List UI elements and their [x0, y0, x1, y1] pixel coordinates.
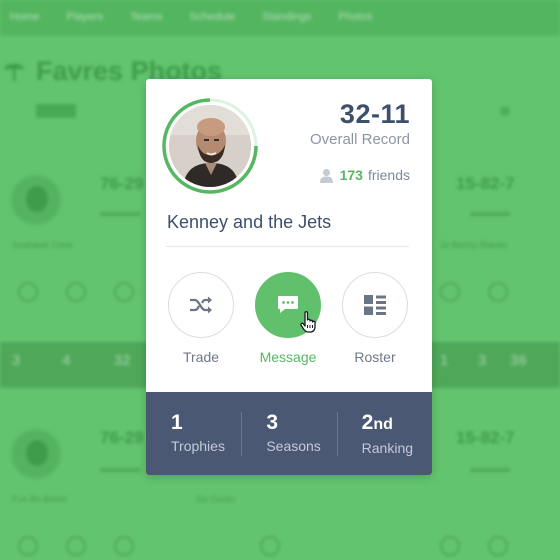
- roster-button-circle[interactable]: [342, 272, 408, 338]
- overall-record-label: Overall Record: [309, 131, 410, 148]
- background-strip-value: 3: [12, 352, 21, 369]
- stat-value: 3: [266, 410, 336, 434]
- stat-number: 1: [171, 410, 183, 434]
- trade-label: Trade: [182, 349, 220, 365]
- friends-count-value: 173: [339, 167, 363, 183]
- nav-item[interactable]: Standings: [262, 11, 311, 23]
- nav-item[interactable]: Home: [10, 11, 39, 23]
- background-team-name: Fun Bo Bowls: [12, 494, 68, 504]
- background-action-icon: [488, 282, 508, 302]
- background-nav-items: Home Players Teams Schedule Standings Ph…: [10, 11, 397, 23]
- background-bar: [100, 468, 140, 472]
- trade-button-circle[interactable]: [168, 272, 234, 338]
- filter-pill[interactable]: [36, 104, 76, 118]
- background-action-icon: [440, 536, 460, 556]
- background-bar: [470, 212, 510, 216]
- background-action-icon: [440, 282, 460, 302]
- nav-item[interactable]: Players: [66, 11, 103, 23]
- background-strip-value: 36: [510, 352, 527, 369]
- stat-value: 2nd: [361, 410, 432, 436]
- background-top-nav: Home Players Teams Schedule Standings Ph…: [0, 0, 560, 36]
- background-strip-value: 32: [114, 352, 131, 369]
- message-button-circle[interactable]: [255, 272, 321, 338]
- stat-ranking: 2nd Ranking: [336, 410, 432, 456]
- background-bar: [100, 212, 140, 216]
- stat-label: Seasons: [266, 437, 321, 454]
- nav-item[interactable]: Teams: [130, 11, 162, 23]
- background-record: 76-29: [100, 428, 144, 447]
- background-action-icon: [18, 282, 38, 302]
- avatar[interactable]: [162, 98, 258, 194]
- background-strip-value: 4: [62, 352, 71, 369]
- person-portrait-icon: [169, 105, 251, 187]
- divider: [166, 246, 409, 247]
- roster-label: Roster: [354, 349, 396, 365]
- overall-record-value: 32-11: [339, 99, 410, 129]
- background-strip-value: 1: [440, 352, 449, 369]
- team-name: Kenney and the Jets: [167, 212, 332, 232]
- background-action-icon: [66, 536, 86, 556]
- stat-number: 3: [266, 410, 279, 434]
- background-avatar: [10, 174, 62, 226]
- background-record: 15-82-7: [456, 174, 515, 193]
- background-action-icon: [488, 536, 508, 556]
- stat-trophies: 1 Trophies: [146, 410, 241, 456]
- background-action-icon: [114, 282, 134, 302]
- message-label: Message: [259, 349, 317, 365]
- tree-logo-icon: [4, 63, 24, 81]
- stat-number: 2: [361, 410, 374, 434]
- background-team-name: Jo Benny Blanko: [440, 240, 508, 250]
- stat-label: Ranking: [361, 439, 414, 456]
- background-team-name: Go Ducks: [196, 494, 236, 504]
- background-action-icon: [114, 536, 134, 556]
- background-strip-value: 3: [478, 352, 487, 369]
- shuffle-icon: [190, 296, 212, 314]
- chat-bubble-icon: [278, 296, 298, 313]
- background-team-name: Seahawk Crew: [12, 240, 73, 250]
- background-action-icon: [18, 536, 38, 556]
- hand-cursor-icon: [300, 311, 316, 333]
- background-bar: [470, 468, 510, 472]
- nav-item[interactable]: Photos: [338, 11, 372, 23]
- avatar-photo: [169, 105, 251, 187]
- message-button[interactable]: Message: [255, 272, 321, 365]
- background-action-icon: [260, 536, 280, 556]
- stat-seasons: 3 Seasons: [241, 410, 336, 456]
- trade-button[interactable]: Trade: [168, 272, 234, 365]
- background-avatar: [10, 428, 62, 480]
- background-action-icon: [66, 282, 86, 302]
- stats-bar: 1 Trophies 3 Seasons 2nd Ranking: [146, 392, 432, 475]
- stat-suffix: nd: [373, 415, 393, 433]
- roster-button[interactable]: Roster: [342, 272, 408, 365]
- stat-label: Trophies: [171, 437, 225, 454]
- list-grid-icon: [364, 295, 386, 315]
- stat-value: 1: [171, 410, 241, 434]
- background-record: 15-82-7: [456, 428, 515, 447]
- friends-label: friends: [367, 167, 410, 183]
- nav-item[interactable]: Schedule: [189, 11, 235, 23]
- friends-count[interactable]: 173 friends: [319, 167, 410, 183]
- filter-dot-icon: [500, 106, 510, 116]
- background-record: 76-29: [100, 174, 144, 193]
- team-profile-card: 32-11 Overall Record 173 friends Kenney …: [146, 79, 432, 475]
- user-icon: [319, 168, 333, 183]
